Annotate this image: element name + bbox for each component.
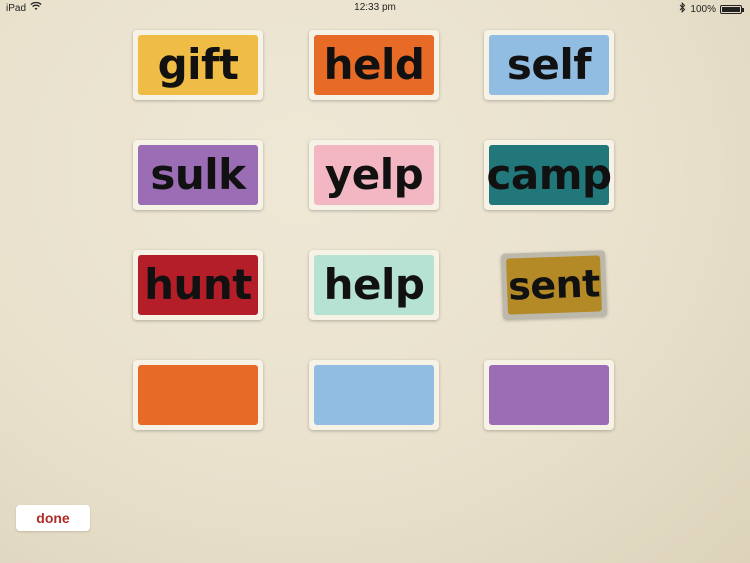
card-word: camp: [486, 150, 612, 199]
card-word: gift: [157, 40, 239, 89]
card-face: sent: [506, 255, 602, 315]
card-word: sent: [507, 261, 601, 309]
card-face: hunt: [138, 255, 258, 315]
card-word: hunt: [144, 260, 252, 309]
slot-face: [314, 365, 434, 425]
card-face: yelp: [314, 145, 434, 205]
slot-face: [138, 365, 258, 425]
card-face: self: [489, 35, 609, 95]
card-word: sulk: [150, 150, 246, 199]
card-face: help: [314, 255, 434, 315]
card-face: camp: [486, 145, 612, 205]
empty-slot[interactable]: [484, 360, 614, 430]
word-card[interactable]: yelp: [309, 140, 439, 210]
empty-slot[interactable]: [133, 360, 263, 430]
status-time: 12:33 pm: [354, 2, 396, 13]
done-button[interactable]: done: [16, 505, 90, 531]
word-card[interactable]: held: [309, 30, 439, 100]
word-card[interactable]: gift: [133, 30, 263, 100]
word-card-dragging[interactable]: sent: [500, 250, 608, 320]
word-card[interactable]: camp: [484, 140, 614, 210]
battery-percent: 100%: [690, 3, 716, 15]
card-face: held: [314, 35, 434, 95]
status-bar: iPad 12:33 pm 100%: [0, 0, 750, 16]
word-card[interactable]: self: [484, 30, 614, 100]
battery-fill: [722, 6, 740, 12]
word-card[interactable]: sulk: [133, 140, 263, 210]
card-word: self: [506, 40, 592, 89]
word-card[interactable]: hunt: [133, 250, 263, 320]
card-face: gift: [138, 35, 258, 95]
empty-slot[interactable]: [309, 360, 439, 430]
slot-face: [489, 365, 609, 425]
card-word: help: [323, 260, 425, 309]
battery-icon: [720, 4, 744, 14]
card-word: held: [323, 40, 425, 89]
word-card[interactable]: help: [309, 250, 439, 320]
status-right: 100%: [679, 1, 744, 16]
card-word: yelp: [324, 150, 424, 199]
bluetooth-icon: [679, 1, 686, 16]
card-face: sulk: [138, 145, 258, 205]
